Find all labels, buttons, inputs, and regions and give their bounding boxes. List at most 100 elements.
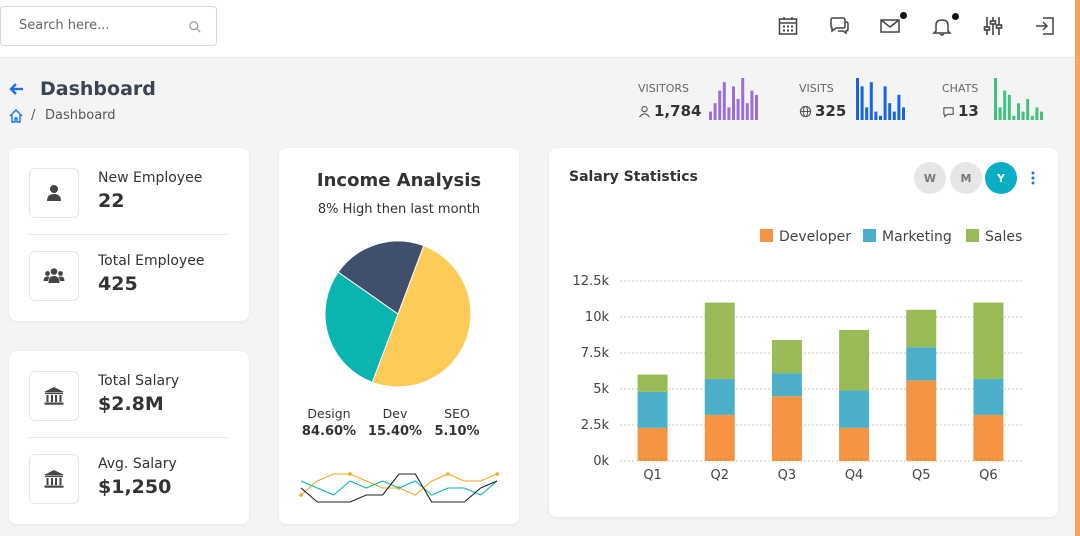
search-input[interactable]: [19, 18, 179, 33]
total-salary-label: Total Salary: [98, 373, 180, 389]
spark-bar: [755, 94, 758, 120]
y-tick-label: 12.5k: [573, 274, 610, 289]
bell-icon[interactable]: [930, 14, 954, 38]
spark-bar: [888, 103, 892, 120]
spark-bar: [741, 78, 745, 120]
spark-bar: [1012, 115, 1016, 120]
y-tick-label: 2.5k: [581, 418, 610, 433]
search-icon[interactable]: [188, 20, 202, 34]
avg-salary-label: Avg. Salary: [98, 456, 177, 472]
total-employee-label: Total Employee: [98, 253, 205, 269]
user-icon-box: [29, 168, 79, 218]
bar-segment: [704, 414, 735, 461]
total-employee-value: 425: [98, 273, 138, 295]
income-trend-sparkline: [299, 472, 499, 503]
spark-bar: [1007, 94, 1011, 120]
x-tick-label: Q4: [845, 468, 864, 483]
bar-segment: [839, 427, 870, 461]
new-employee-value: 22: [98, 190, 125, 212]
bar-segment: [637, 374, 668, 392]
user-icon: [638, 105, 651, 117]
y-tick-label: 7.5k: [581, 346, 610, 361]
x-tick-label: Q5: [912, 468, 931, 483]
divider: [29, 437, 229, 438]
spark-bar: [994, 78, 997, 120]
spark-bar: [1003, 90, 1007, 120]
stat-label: CHATS: [942, 82, 979, 95]
spark-bar: [998, 107, 1002, 120]
sparkline-point: [446, 472, 450, 476]
users-icon: [43, 268, 65, 283]
breadcrumb-separator: /: [31, 108, 36, 123]
chat-icon: [943, 106, 954, 118]
salary-statistics-card: Salary Statistics W M Y Developer Market…: [549, 148, 1058, 517]
search-box[interactable]: [0, 6, 217, 46]
bar-segment: [839, 329, 870, 391]
bank-icon-box: [29, 371, 79, 421]
spark-bar: [1021, 111, 1025, 120]
stat-label: VISITS: [799, 82, 834, 95]
income-analysis-card: Income Analysis 8% High then last month …: [279, 148, 519, 524]
spark-bar: [897, 94, 901, 120]
sparkline-point: [348, 472, 352, 476]
breadcrumb-current[interactable]: Dashboard: [45, 108, 116, 123]
total-salary-value: $2.8M: [98, 393, 164, 415]
spark-bar: [709, 111, 712, 120]
spark-bar: [1026, 99, 1030, 120]
x-tick-label: Q3: [778, 468, 797, 483]
users-icon-box: [29, 251, 79, 301]
top-bar: [0, 0, 1075, 58]
bell-notification-dot: [952, 13, 959, 20]
spark-bar: [727, 107, 731, 120]
logout-icon[interactable]: [1033, 14, 1057, 38]
visitors-sparkbars: [709, 78, 758, 120]
bar-segment: [839, 390, 870, 428]
bar-segment: [973, 378, 1004, 415]
salary-summary-card: Total Salary $2.8M Avg. Salary $1,250: [9, 351, 249, 524]
spark-bar: [865, 107, 869, 120]
spark-bar: [856, 78, 859, 120]
sparkline-series: [300, 480, 498, 496]
visits-sparkbars: [856, 78, 905, 120]
spark-bar: [736, 99, 740, 120]
mail-icon[interactable]: [878, 14, 902, 38]
spark-bar: [892, 111, 896, 120]
stat-value: 13: [942, 102, 979, 120]
spark-bar: [879, 115, 882, 120]
home-icon[interactable]: [8, 108, 24, 124]
calendar-icon[interactable]: [776, 14, 800, 38]
page-edge-accent: [1075, 0, 1080, 536]
chats-sparkbars: [994, 78, 1043, 120]
bank-icon: [44, 470, 64, 488]
mail-notification-dot: [900, 12, 907, 19]
sparkline-point: [299, 493, 303, 497]
spark-bar: [713, 103, 717, 120]
spark-bar: [874, 111, 878, 120]
spark-bar: [745, 103, 749, 120]
new-employee-label: New Employee: [98, 170, 203, 186]
employee-card: New Employee 22 Total Employee 425: [9, 148, 249, 321]
spark-bar: [883, 86, 887, 120]
stat-number: 13: [958, 102, 979, 120]
bar-segment: [637, 427, 668, 461]
back-arrow-icon[interactable]: [8, 80, 26, 98]
spark-bar: [1030, 115, 1034, 120]
y-tick-label: 5k: [593, 382, 609, 397]
y-tick-label: 10k: [585, 310, 610, 325]
bar-segment: [973, 302, 1004, 379]
chat-icon[interactable]: [827, 14, 851, 38]
sparkline-series: [300, 473, 498, 496]
stat-value: 325: [799, 102, 846, 120]
spark-bar: [718, 90, 722, 120]
bank-icon: [44, 387, 64, 405]
stat-number: 325: [815, 102, 847, 120]
stat-label: VISITORS: [638, 82, 689, 95]
x-tick-label: Q1: [643, 468, 662, 483]
bank-icon-box: [29, 454, 79, 504]
user-icon: [47, 185, 61, 201]
spark-bar: [1040, 111, 1043, 120]
globe-icon: [799, 105, 812, 117]
bar-segment: [771, 340, 802, 374]
stat-number: 1,784: [654, 102, 702, 120]
sliders-icon[interactable]: [981, 14, 1005, 38]
